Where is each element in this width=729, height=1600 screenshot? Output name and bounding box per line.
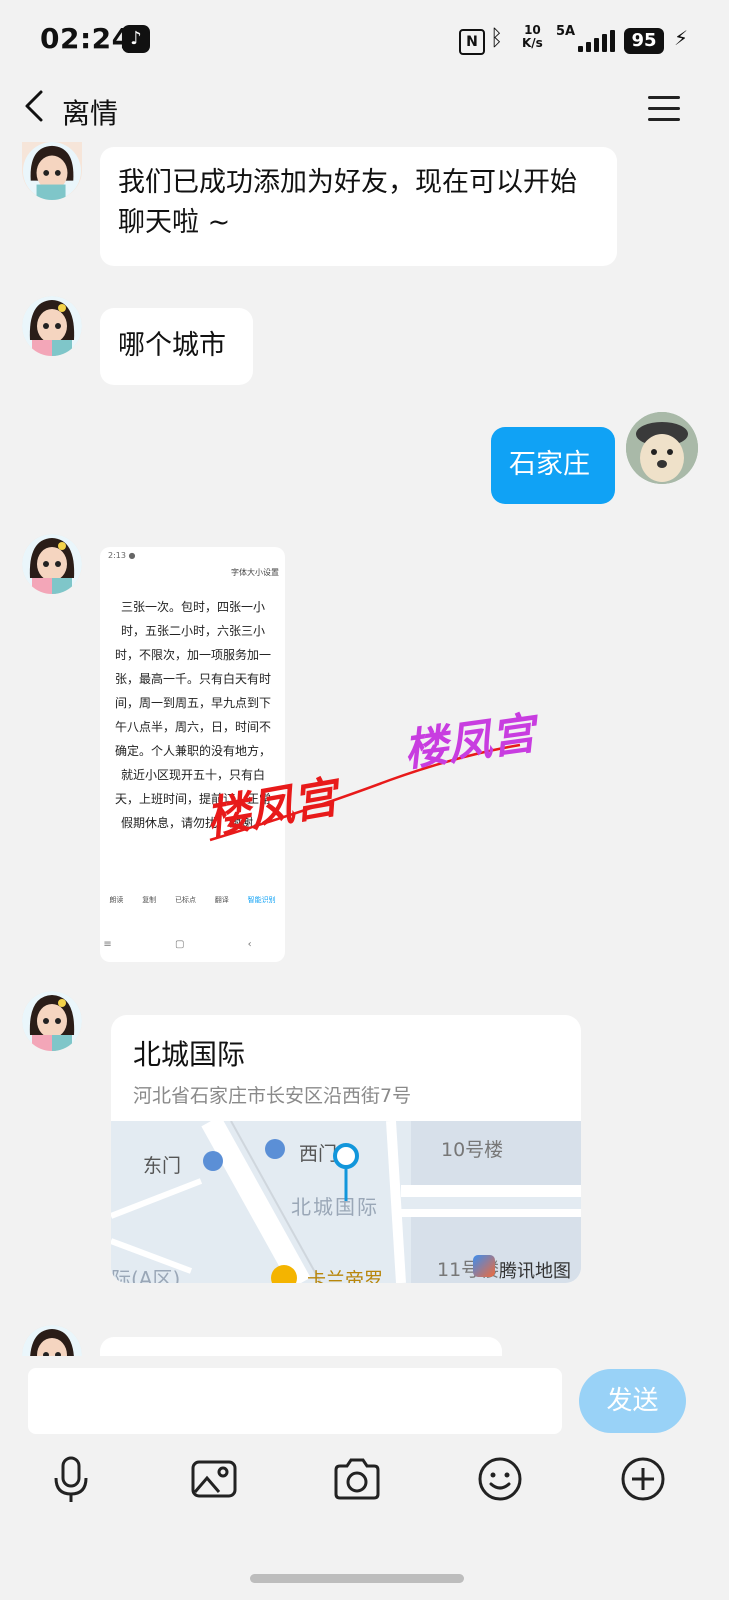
microphone-icon[interactable] <box>46 1454 96 1504</box>
send-button[interactable]: 发送 <box>579 1369 686 1433</box>
emoji-icon[interactable] <box>475 1454 525 1504</box>
menu-line <box>648 118 680 121</box>
image-toolbar-item: 翻译 <box>214 896 229 904</box>
signal-bars-icon <box>570 30 616 52</box>
menu-line <box>648 96 680 99</box>
image-toolbar-item: 朗读 <box>109 896 124 904</box>
contact-avatar[interactable] <box>22 534 82 594</box>
image-toolbar: 朗读 复制 已标点 翻译 智能识别 <box>100 895 285 905</box>
speed-unit: K/s <box>522 36 543 50</box>
tencent-map-logo-icon <box>473 1255 495 1277</box>
nfc-icon: N <box>459 29 485 55</box>
tiktok-icon: ♪ <box>122 25 150 53</box>
image-nav-bar: ≡ ▢ ‹ <box>103 939 282 950</box>
map-label: 卡兰帝罗 <box>307 1269 384 1283</box>
my-avatar[interactable] <box>626 412 698 484</box>
image-top-right-label: 字体大小设置 <box>231 568 279 577</box>
my-message-bubble[interactable]: 石家庄 <box>491 427 615 504</box>
location-address: 河北省石家庄市长安区沿西街7号 <box>133 1085 412 1107</box>
camera-icon[interactable] <box>332 1454 382 1504</box>
gate-icon <box>265 1139 285 1159</box>
battery-indicator: 95 <box>624 28 664 54</box>
speed-value: 10 <box>524 23 541 37</box>
bluetooth-icon: ᛒ <box>490 26 504 51</box>
menu-button[interactable] <box>648 94 682 122</box>
back-button[interactable] <box>22 88 62 132</box>
contact-avatar[interactable] <box>22 296 82 356</box>
message-bubble[interactable]: 哪个城市 <box>100 308 253 385</box>
map-label: 东门 <box>143 1155 182 1177</box>
map-provider: 腾讯地图 <box>499 1261 571 1282</box>
girl-avatar-icon <box>22 296 82 356</box>
network-speed: 10 K/s <box>522 24 543 50</box>
image-icon[interactable] <box>189 1454 239 1504</box>
charging-icon: ⚡ <box>674 26 689 50</box>
image-toolbar-item: 已标点 <box>174 896 196 904</box>
girl-avatar-icon <box>22 991 82 1051</box>
message-bubble[interactable]: 我们已成功添加为好友，现在可以开始聊天啦 ~ <box>100 147 617 266</box>
map-label: 际(A区) <box>111 1267 181 1283</box>
image-toolbar-item: 智能识别 <box>247 896 276 904</box>
gate-icon <box>203 1151 223 1171</box>
image-toolbar-item: 复制 <box>142 896 157 904</box>
location-map: 东门 西门 10号楼 北城国际 11号楼 际(A区) 卡兰帝罗 腾讯地图 <box>111 1121 581 1283</box>
chat-title: 离情 <box>62 97 119 130</box>
contact-avatar[interactable] <box>22 142 82 200</box>
dog-avatar-icon <box>626 412 698 484</box>
location-card[interactable]: 北城国际 河北省石家庄市长安区沿西街7号 东门 西门 10号楼 北城国际 11号… <box>111 1015 581 1283</box>
contact-avatar[interactable] <box>22 991 82 1051</box>
location-name: 北城国际 <box>133 1038 246 1071</box>
girl-avatar-icon <box>23 142 81 200</box>
status-time: 02:24 <box>40 22 132 55</box>
message-input[interactable] <box>28 1368 562 1434</box>
location-pin-icon <box>333 1143 359 1201</box>
girl-avatar-icon <box>22 534 82 594</box>
back-arrow-icon <box>25 90 43 122</box>
status-bar: 02:24 ♪ N ᛒ 10 K/s 5A 95 ⚡ <box>0 0 729 80</box>
home-indicator[interactable] <box>250 1574 464 1583</box>
plus-icon[interactable] <box>618 1454 668 1504</box>
map-label: 10号楼 <box>441 1139 504 1161</box>
menu-line <box>648 107 680 110</box>
image-status-bar: 2:13 ● <box>108 551 136 560</box>
